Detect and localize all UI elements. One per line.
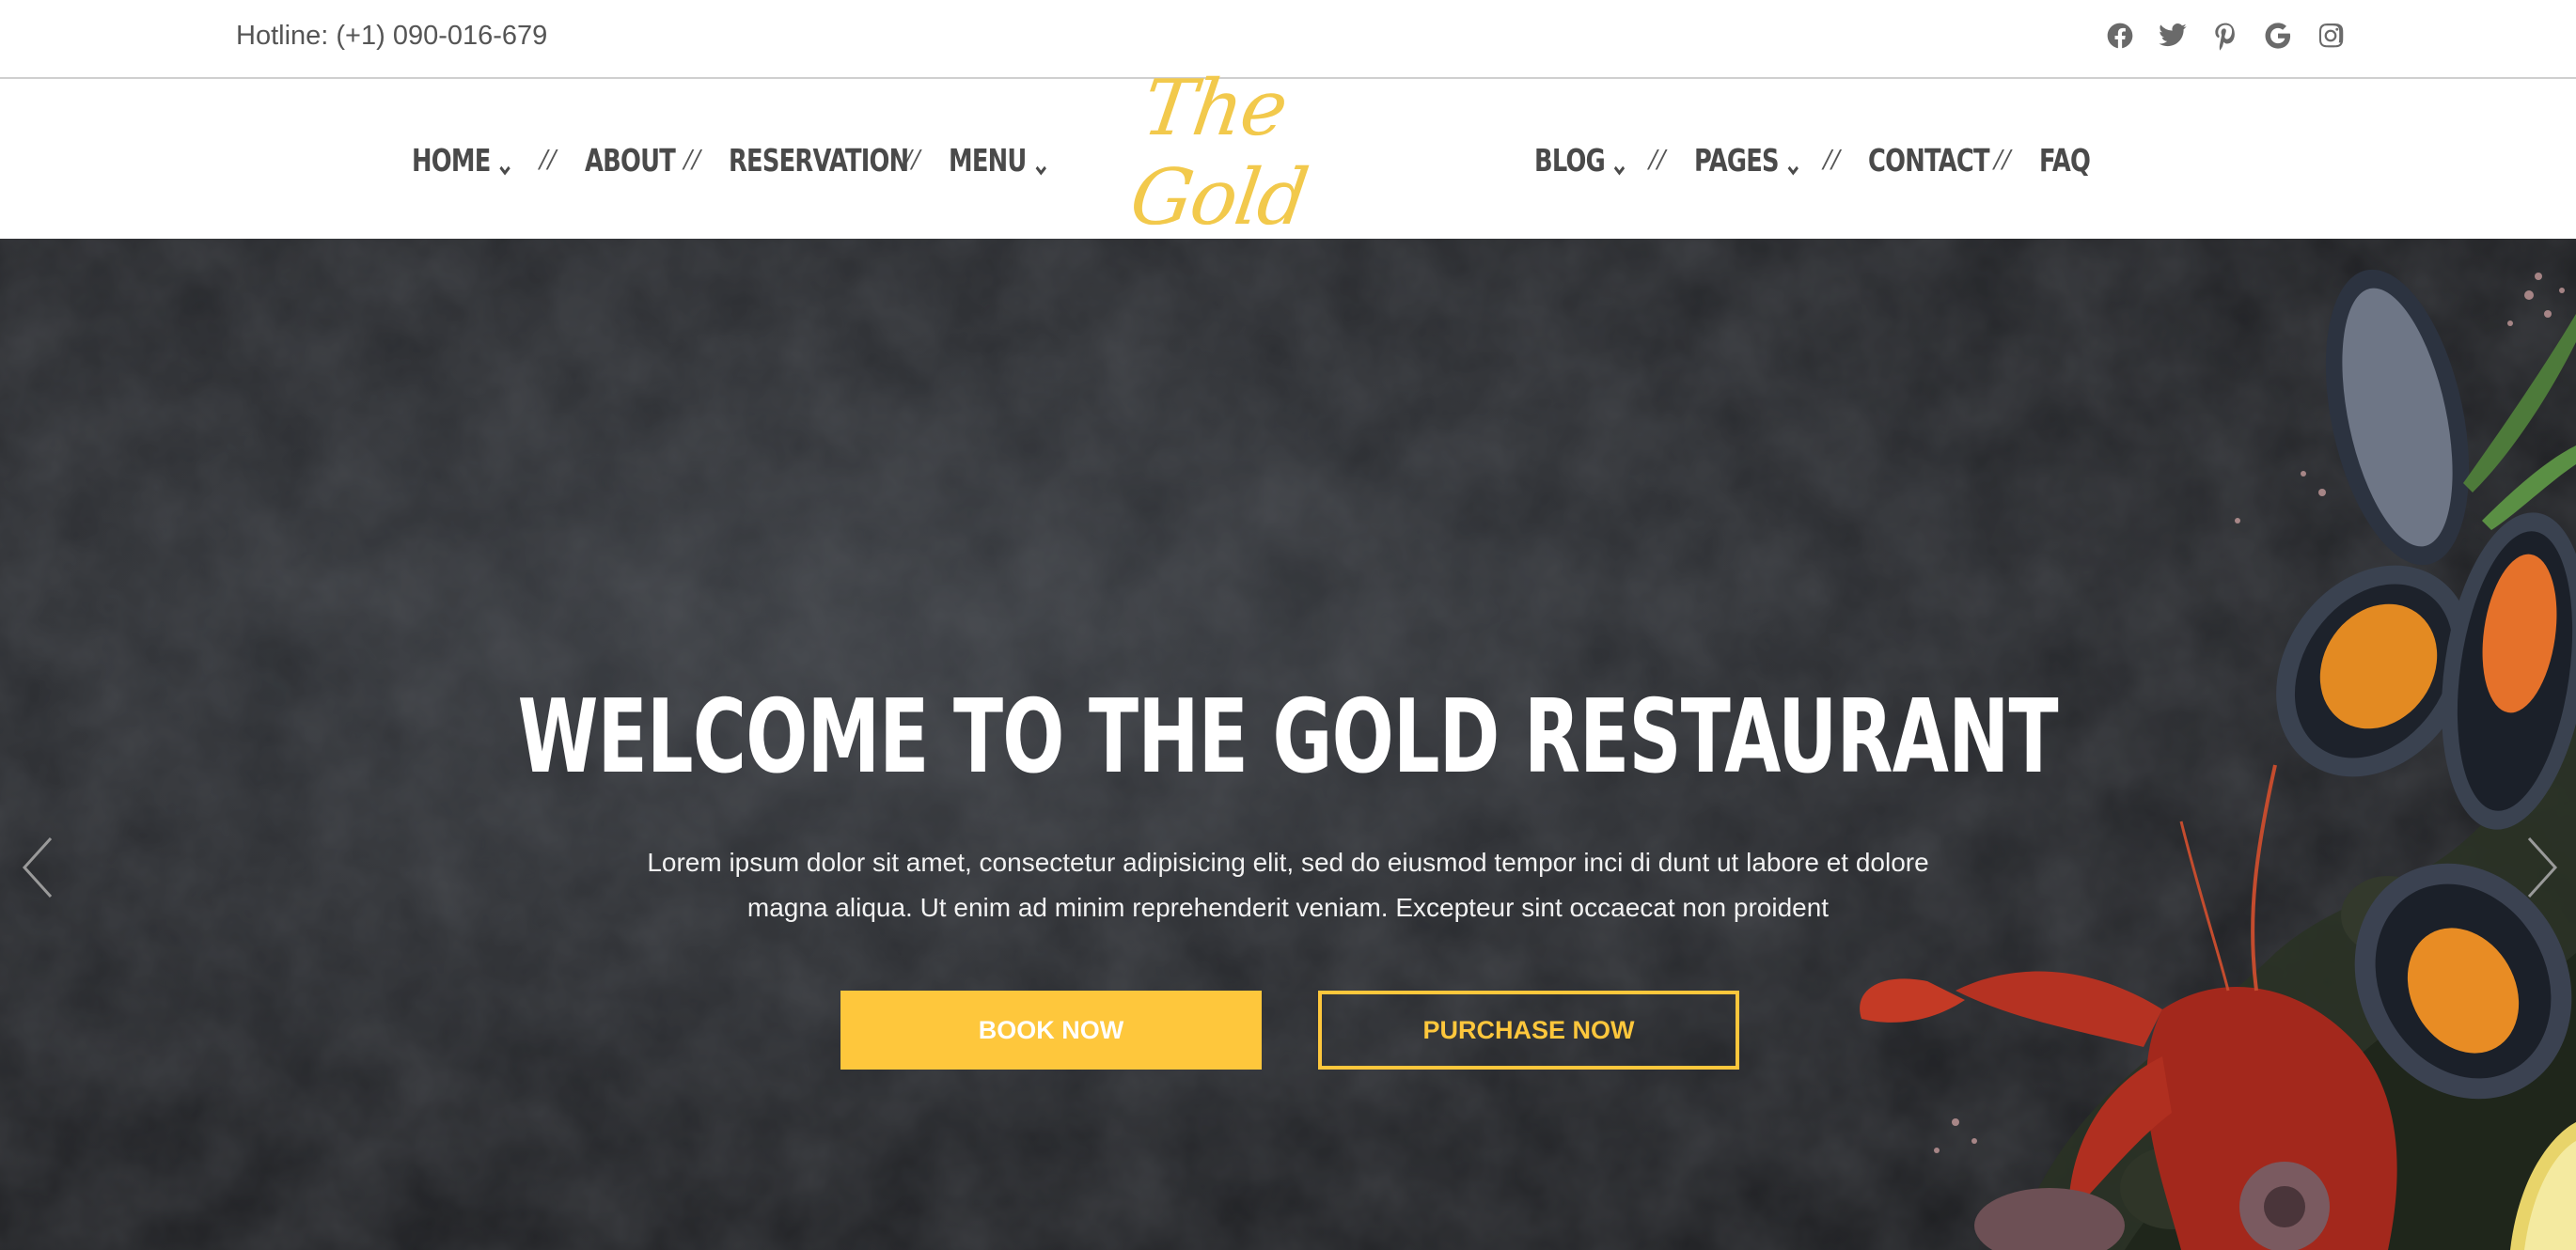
facebook-icon[interactable]	[2104, 17, 2136, 55]
social-links	[2104, 17, 2347, 55]
pinterest-icon[interactable]	[2209, 17, 2241, 55]
nav-item-label: BLOG	[1534, 141, 1606, 179]
chevron-right-icon	[2527, 836, 2558, 898]
chevron-down-icon	[1612, 150, 1627, 176]
nav-item-about[interactable]: ABOUT	[585, 142, 676, 179]
instagram-icon[interactable]	[2315, 17, 2347, 55]
hero-text-line-1: Lorem ipsum dolor sit amet, consectetur …	[647, 848, 1929, 877]
hero-text-line-2: magna aliqua. Ut enim ad minim reprehend…	[746, 893, 1830, 922]
nav-item-contact[interactable]: CONTACT	[1868, 142, 1990, 179]
nav-item-blog[interactable]: BLOG	[1534, 141, 1626, 179]
twitter-icon[interactable]	[2157, 17, 2189, 55]
nav-item-faq[interactable]: FAQ	[2039, 142, 2091, 179]
nav-item-menu[interactable]: MENU	[949, 142, 1046, 179]
hotline-text: Hotline: (+1) 090-016-679	[236, 21, 548, 51]
slider-prev-arrow[interactable]	[19, 835, 56, 900]
chevron-down-icon	[1785, 150, 1800, 176]
nav-separator: //	[683, 146, 701, 174]
nav-item-home[interactable]: HOME	[412, 141, 510, 179]
logo-text: The Gold	[1124, 64, 1312, 242]
nav-item-label: CONTACT	[1868, 141, 1990, 179]
nav-right-group: BLOG // PAGES // CONTACT // FAQ	[1534, 81, 2091, 239]
nav-separator: //	[1994, 146, 2011, 174]
site-logo[interactable]: The Gold	[1125, 64, 1438, 242]
nav-item-label: PAGES	[1693, 141, 1780, 179]
nav-separator: //	[1823, 146, 1841, 174]
book-now-button[interactable]: BOOK NOW	[840, 991, 1262, 1070]
chevron-down-icon	[1033, 150, 1048, 176]
nav-item-pages[interactable]: PAGES	[1694, 142, 1798, 179]
google-icon[interactable]	[2262, 17, 2294, 55]
nav-separator: //	[1649, 146, 1666, 174]
hero-slider: WELCOME TO THE GOLD RESTAURANT Lorem ips…	[0, 239, 2576, 1250]
nav-item-label: RESERVATION	[729, 141, 909, 179]
nav-item-reservation[interactable]: RESERVATION	[729, 142, 909, 179]
hero-title: WELCOME TO THE GOLD RESTAURANT	[517, 679, 2059, 796]
chevron-left-icon	[22, 836, 53, 898]
hero-description: Lorem ipsum dolor sit amet, consectetur …	[564, 840, 2012, 930]
chevron-down-icon	[497, 150, 512, 176]
nav-item-label: FAQ	[2038, 141, 2091, 179]
slider-next-arrow[interactable]	[2523, 835, 2561, 900]
nav-item-label: ABOUT	[584, 141, 676, 179]
nav-separator: //	[540, 146, 557, 174]
nav-left-group: HOME // ABOUT // RESERVATION // MENU	[412, 81, 1046, 239]
purchase-now-button[interactable]: PURCHASE NOW	[1318, 991, 1739, 1070]
nav-item-label: HOME	[412, 141, 491, 179]
nav-item-label: MENU	[948, 141, 1027, 179]
